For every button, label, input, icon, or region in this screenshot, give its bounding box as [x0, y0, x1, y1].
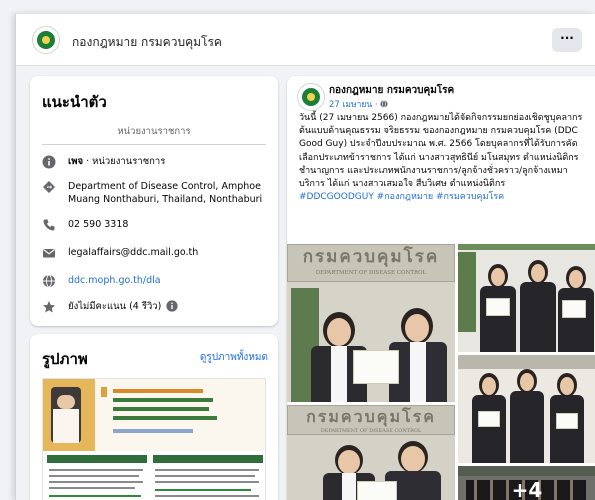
globe-icon [42, 274, 56, 288]
post-author-avatar[interactable] [297, 83, 325, 111]
post-photo-grid: กรมควบคุมโรค DEPARTMENT OF DISEASE CONTR… [287, 244, 595, 500]
rating-row: ยังไม่มีคะแนน (4 รีวิว) [42, 300, 268, 316]
post-body: วันนี้ (27 เมษายน 2566) กองกฎหมายได้จัดก… [299, 113, 583, 190]
info-icon [42, 155, 56, 169]
rating-info-icon[interactable] [166, 300, 178, 316]
category-label: เพจ [68, 156, 84, 167]
more-options-button[interactable]: ··· [552, 28, 582, 52]
post-photo[interactable]: กรมควบคุมโรค DEPARTMENT OF DISEASE CONTR… [287, 244, 455, 402]
building-sign: กรมควบคุมโรค DEPARTMENT OF DISEASE CONTR… [287, 244, 455, 282]
post-date[interactable]: 27 เมษายน · [329, 97, 388, 111]
address-text[interactable]: Department of Disease Control, Amphoe Mu… [68, 180, 268, 206]
website-link[interactable]: ddc.moph.go.th/dla [68, 274, 161, 287]
divider [42, 144, 266, 145]
page-frame: กองกฎหมาย กรมควบคุมโรค ··· แนะนำตัว หน่ว… [15, 14, 595, 500]
post-photo[interactable]: กรมควบคุมโรค DEPARTMENT OF DISEASE CONTR… [287, 405, 455, 500]
post-card: กองกฎหมาย กรมควบคุมโรค 27 เมษายน · วันนี… [287, 76, 595, 500]
email-address[interactable]: legalaffairs@ddc.mail.go.th [68, 246, 198, 259]
more-photos-tile[interactable]: +4 [458, 466, 595, 500]
category-value: · หน่วยงานราชการ [83, 156, 166, 167]
sign-text: กรมควบคุมโรค [306, 407, 436, 426]
photo-thumbnail[interactable] [42, 378, 266, 500]
photos-card: รูปภาพ ดูรูปภาพทั้งหมด [30, 334, 278, 500]
address-row: Department of Disease Control, Amphoe Mu… [42, 180, 268, 206]
rating-text[interactable]: ยังไม่มีคะแนน (4 รีวิว) [68, 300, 161, 313]
more-photos-count: +4 [458, 466, 595, 500]
phone-icon [42, 218, 56, 232]
intro-subtitle: หน่วยงานราชการ [117, 126, 191, 137]
post-text: วันนี้ (27 เมษายน 2566) กองกฎหมายได้จัดก… [299, 112, 588, 204]
public-globe-icon [380, 100, 388, 110]
location-icon [42, 180, 56, 194]
sign-subtext: DEPARTMENT OF DISEASE CONTROL [320, 428, 422, 434]
email-icon [42, 246, 56, 260]
post-date-text: 27 เมษายน · [329, 100, 381, 110]
post-author-name[interactable]: กองกฎหมาย กรมควบคุมโรค [329, 83, 454, 98]
page-logo[interactable] [32, 26, 60, 54]
see-all-photos-link[interactable]: ดูรูปภาพทั้งหมด [200, 350, 268, 365]
phone-row: 02 590 3318 [42, 218, 268, 232]
page-header: กองกฎหมาย กรมควบคุมโรค ··· [16, 14, 595, 66]
certificate [353, 350, 399, 384]
website-row: ddc.moph.go.th/dla [42, 274, 268, 288]
star-icon [42, 300, 56, 314]
post-photo[interactable] [458, 244, 595, 352]
page-name[interactable]: กองกฎหมาย กรมควบคุมโรค [72, 33, 222, 52]
sign-text: กรมควบคุมโรค [302, 247, 440, 267]
email-row: legalaffairs@ddc.mail.go.th [42, 246, 268, 260]
phone-number[interactable]: 02 590 3318 [68, 218, 128, 231]
intro-card: แนะนำตัว หน่วยงานราชการ เพจ · หน่วยงานรา… [30, 76, 278, 326]
intro-title: แนะนำตัว [42, 93, 107, 111]
post-photo[interactable] [458, 355, 595, 463]
sign-subtext: DEPARTMENT OF DISEASE CONTROL [315, 270, 427, 276]
category-row: เพจ · หน่วยงานราชการ [42, 155, 268, 169]
photos-title: รูปภาพ [42, 350, 88, 368]
post-hashtags[interactable]: #DDCGOODGUY #กองกฎหมาย #กรมควบคุมโรค [299, 192, 504, 202]
